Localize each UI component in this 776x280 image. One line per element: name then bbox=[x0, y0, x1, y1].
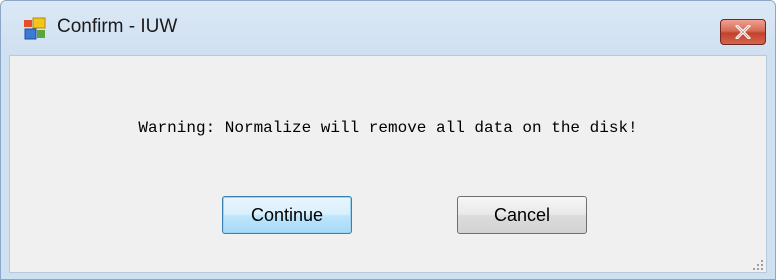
window-title: Confirm - IUW bbox=[57, 16, 178, 37]
title-bar[interactable]: Confirm - IUW bbox=[1, 1, 775, 55]
window-frame-bottom bbox=[1, 273, 775, 279]
app-window-icon bbox=[23, 17, 47, 41]
dialog-content: Warning: Normalize will remove all data … bbox=[9, 55, 767, 273]
resize-grip-icon[interactable] bbox=[752, 258, 764, 270]
close-button[interactable] bbox=[720, 19, 766, 45]
cancel-button[interactable]: Cancel bbox=[457, 196, 587, 234]
warning-message: Warning: Normalize will remove all data … bbox=[138, 119, 638, 137]
dialog-window: Confirm - IUW Warning: Normalize will re… bbox=[0, 0, 776, 280]
continue-button[interactable]: Continue bbox=[222, 196, 352, 234]
close-icon bbox=[735, 25, 751, 39]
